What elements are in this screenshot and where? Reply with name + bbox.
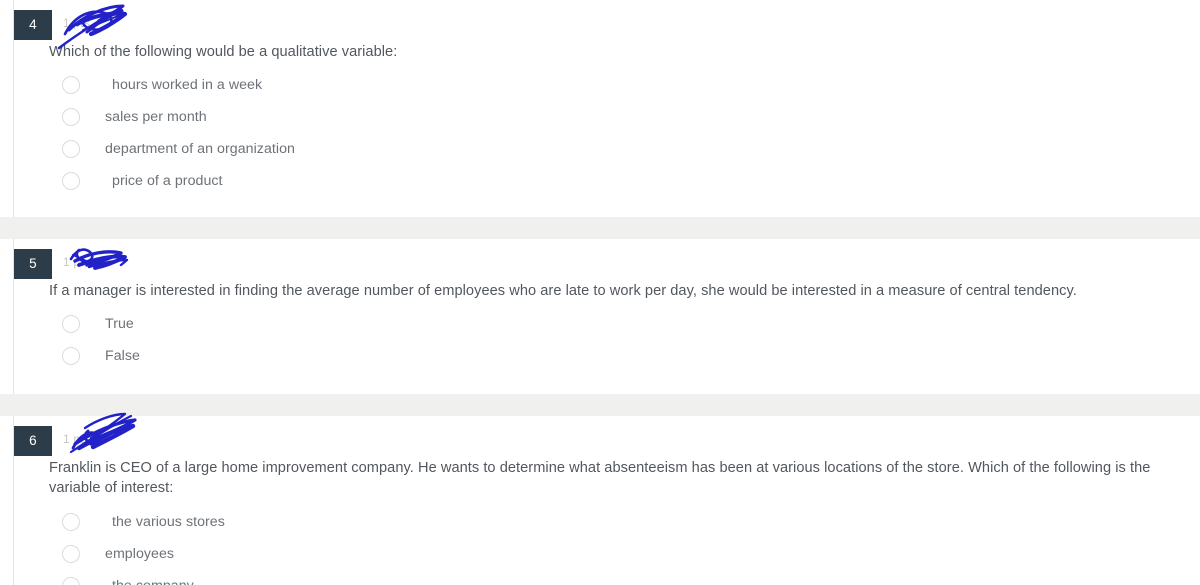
question-card: 4 1 pts Which of the following would be a … <box>0 0 1200 218</box>
answer-option[interactable]: True <box>13 308 1200 340</box>
answer-option[interactable]: False <box>13 340 1200 372</box>
radio-button-icon[interactable] <box>62 140 80 159</box>
radio-button-icon[interactable] <box>62 315 80 334</box>
answer-option-label: employees <box>105 545 175 562</box>
radio-button-icon[interactable] <box>62 76 80 95</box>
question-number-badge: 4 <box>14 10 52 40</box>
question-points-label: 1 pts <box>63 255 91 270</box>
question-number-badge: 6 <box>14 426 52 457</box>
question-points-label: 1 pts <box>63 16 91 30</box>
answer-option[interactable]: price of a product <box>13 165 1200 197</box>
question-card: 5 1 pts If a manager is interested in find… <box>0 239 1200 395</box>
answer-option[interactable]: the various stores <box>13 506 1200 538</box>
answer-option-label: False <box>105 348 140 365</box>
answer-option-label: hours worked in a week <box>112 77 263 94</box>
question-points-label: 1 pts <box>63 432 91 447</box>
answer-option-label: price of a product <box>112 173 223 190</box>
question-list: 4 1 pts Which of the following would be a … <box>0 0 1200 585</box>
answer-option[interactable]: employees <box>13 538 1200 570</box>
radio-button-icon[interactable] <box>62 108 80 127</box>
question-text: Franklin is CEO of a large home improvem… <box>49 460 1151 497</box>
question-text: If a manager is interested in finding th… <box>49 283 1077 300</box>
question-separator <box>0 394 1200 417</box>
answer-option[interactable]: department of an organization <box>13 133 1200 165</box>
radio-button-icon[interactable] <box>62 347 80 366</box>
question-number-badge: 5 <box>14 249 52 280</box>
question-separator <box>0 217 1200 240</box>
answer-options-list: True False <box>13 308 1200 372</box>
answer-option[interactable]: the company <box>13 570 1200 585</box>
question-header: 6 1 pts <box>13 413 1200 458</box>
quiz-page: 4 1 pts Which of the following would be a … <box>0 0 1200 585</box>
answer-option-label: the various stores <box>112 513 225 530</box>
question-card: 6 1 pts Franklin is CEO of a large home im… <box>0 413 1200 585</box>
radio-button-icon[interactable] <box>62 576 80 585</box>
question-header: 4 1 pts <box>13 4 1200 50</box>
question-text: Which of the following would be a qualit… <box>49 44 398 60</box>
answer-option-label: the company <box>112 578 194 585</box>
answer-option-label: sales per month <box>105 109 207 126</box>
answer-option[interactable]: hours worked in a week <box>13 69 1200 101</box>
answer-options-list: the various storesemployeesthe companyab… <box>13 506 1200 585</box>
radio-button-icon[interactable] <box>62 512 80 531</box>
radio-button-icon[interactable] <box>62 172 80 191</box>
answer-options-list: hours worked in a week sales per month dep… <box>13 69 1200 197</box>
answer-option-label: True <box>105 316 134 333</box>
radio-button-icon[interactable] <box>62 544 80 563</box>
question-header: 5 1 pts <box>13 245 1200 281</box>
answer-option-label: department of an organization <box>105 141 295 158</box>
answer-option[interactable]: sales per month <box>13 101 1200 133</box>
